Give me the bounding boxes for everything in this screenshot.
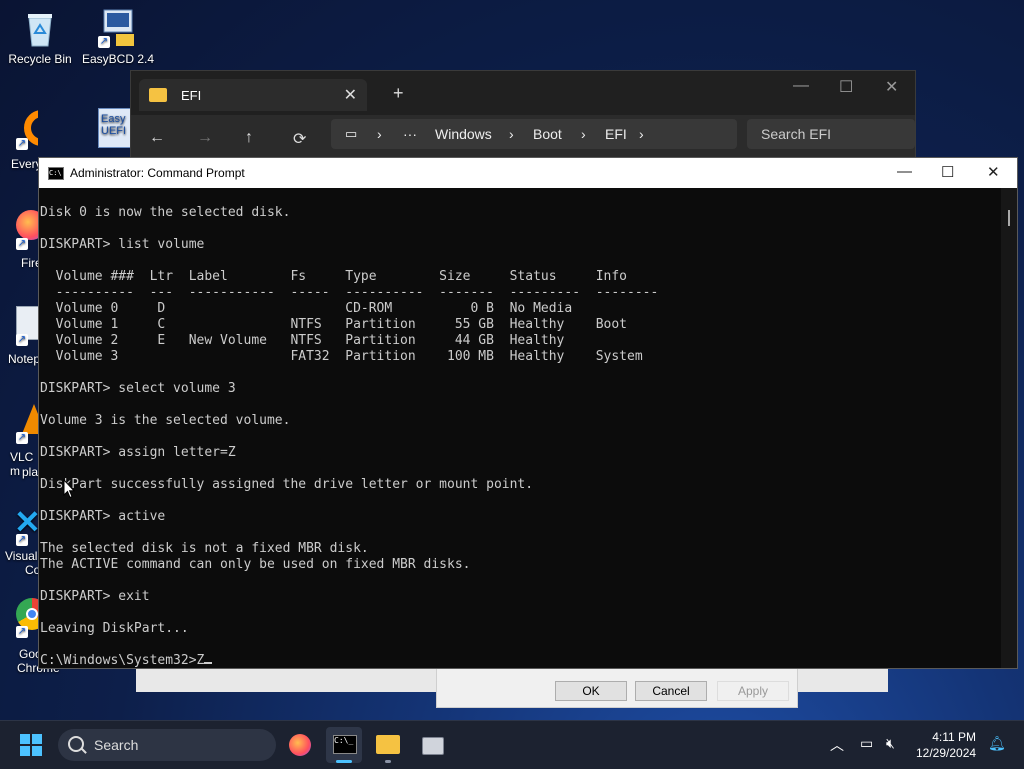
breadcrumb-efi[interactable]: EFI — [605, 126, 627, 142]
desktop-icon-vscode[interactable]: ✕ ↗ Visual Co — [0, 504, 38, 578]
desktop-icon-label: Notep — [8, 352, 38, 366]
close-icon[interactable]: ✕ — [987, 163, 1000, 181]
forward-arrow-icon[interactable]: → — [197, 129, 213, 147]
clock-time: 4:11 PM — [932, 730, 976, 744]
cmd-icon: C:\_ — [333, 735, 357, 754]
command-prompt-window[interactable]: C:\ Administrator: Command Prompt — ☐ ✕ … — [38, 157, 1018, 669]
desktop-icon-label: pla — [22, 465, 38, 479]
properties-dialog: OK Cancel Apply — [136, 666, 888, 708]
breadcrumb-windows[interactable]: Windows — [435, 126, 492, 142]
chevron-up-icon[interactable]: ︿ — [830, 735, 844, 755]
network-icon[interactable]: ▭ — [860, 735, 873, 752]
breadcrumb-more[interactable]: ··· — [403, 126, 417, 142]
vlc-cone-icon — [22, 404, 38, 434]
desktop-icon-label: Recycle Bin — [8, 52, 72, 66]
console-output[interactable]: Disk 0 is now the selected disk. DISKPAR… — [39, 188, 1001, 668]
maximize-icon[interactable]: ☐ — [941, 163, 954, 181]
mouse-pointer-icon — [63, 479, 75, 499]
cmd-title: Administrator: Command Prompt — [70, 166, 245, 180]
explorer-search-box[interactable]: Search EFI — [747, 119, 915, 149]
tab-title: EFI — [181, 88, 202, 103]
cmd-titlebar[interactable]: C:\ Administrator: Command Prompt — ☐ ✕ — [39, 158, 1017, 188]
folder-icon — [149, 88, 167, 102]
close-window-icon[interactable]: ✕ — [885, 77, 898, 97]
minimize-icon[interactable]: — — [793, 77, 809, 95]
shortcut-arrow-icon: ↗ — [16, 138, 28, 150]
minimize-icon[interactable]: — — [897, 163, 912, 180]
shortcut-arrow-icon: ↗ — [16, 534, 28, 546]
breadcrumb-chevron-icon: › — [639, 126, 644, 142]
desktop-icon-recycle-bin[interactable]: Recycle Bin — [0, 8, 80, 66]
close-tab-button[interactable]: ✕ — [344, 85, 357, 105]
easybcd-icon: ↗ — [98, 8, 138, 48]
desktop-icon-label: Co — [25, 563, 38, 577]
firefox-icon — [16, 210, 38, 240]
refresh-icon[interactable]: ⟳ — [293, 129, 306, 149]
disk-tool-icon — [422, 737, 444, 755]
breadcrumb-chevron-icon: › — [377, 126, 382, 142]
maximize-icon[interactable]: ☐ — [839, 77, 853, 97]
up-arrow-icon[interactable]: ↑ — [245, 129, 253, 147]
breadcrumb-boot[interactable]: Boot — [533, 126, 562, 142]
clock-date: 12/29/2024 — [916, 746, 977, 760]
taskbar-firefox[interactable] — [282, 727, 318, 763]
shortcut-arrow-icon: ↗ — [16, 432, 28, 444]
taskbar-clock[interactable]: 4:11 PM 12/29/2024 — [916, 729, 976, 761]
notification-bell-icon[interactable]: 🔔︎ — [988, 735, 1006, 752]
breadcrumb-chevron-icon: › — [581, 126, 586, 142]
dialog-button-bar: OK Cancel Apply — [436, 666, 798, 708]
desktop-icon-firefox[interactable]: ↗ Fire — [0, 208, 38, 272]
breadcrumb-chevron-icon: › — [509, 126, 514, 142]
text-cursor — [204, 662, 213, 664]
shortcut-arrow-icon: ↗ — [16, 238, 28, 250]
windows-start-icon[interactable] — [20, 734, 42, 756]
desktop-icon-label: Visual — [5, 549, 38, 563]
taskbar-command-prompt[interactable]: C:\_ — [326, 727, 362, 763]
ok-button[interactable]: OK — [555, 681, 627, 701]
firefox-icon — [289, 734, 311, 756]
explorer-search-placeholder: Search EFI — [761, 126, 832, 142]
recycle-bin-icon — [20, 8, 60, 48]
desktop-icon-vlc[interactable]: ↗ VLC m pla — [0, 400, 38, 482]
volume-muted-icon[interactable]: 🔇︎ — [886, 735, 895, 752]
apply-button[interactable]: Apply — [717, 681, 789, 701]
desktop-icon-label: Every — [11, 157, 38, 171]
file-explorer-window: EFI ✕ + — ☐ ✕ ← → ↑ ⟳ ▭ › ··· Windows › … — [130, 70, 916, 164]
desktop-icon-easyuefi[interactable]: Easy UEFI — [96, 108, 130, 154]
taskbar-search-label: Search — [94, 737, 139, 753]
shortcut-arrow-icon: ↗ — [16, 334, 28, 346]
desktop-icon-label: EasyBCD 2.4 — [81, 52, 155, 66]
active-indicator — [336, 760, 352, 763]
desktop-icon-easybcd[interactable]: ↗ EasyBCD 2.4 — [78, 8, 158, 66]
new-tab-button[interactable]: + — [393, 83, 404, 104]
search-icon-handle — [81, 748, 87, 754]
explorer-navbar: ← → ↑ ⟳ ▭ › ··· Windows › Boot › EFI › S… — [131, 115, 915, 163]
desktop-icon-everything[interactable]: ↗ Every — [0, 108, 38, 172]
folder-icon — [376, 735, 400, 754]
console-scrollbar[interactable] — [1001, 188, 1017, 668]
shortcut-arrow-icon: ↗ — [98, 36, 110, 48]
taskbar-search[interactable]: Search — [58, 729, 276, 761]
taskbar: Search C:\_ ︿ ▭ 🔇︎ 4:11 PM 12/29/2024 🔔︎ — [0, 720, 1024, 769]
taskbar-disk-tool[interactable] — [414, 727, 450, 763]
console-text: Disk 0 is now the selected disk. DISKPAR… — [40, 205, 659, 668]
desktop-icon-label: Fire — [21, 256, 38, 270]
back-arrow-icon[interactable]: ← — [149, 129, 165, 147]
cmd-icon: C:\ — [48, 167, 64, 180]
this-pc-icon: ▭ — [345, 126, 358, 141]
explorer-tab[interactable]: EFI ✕ — [139, 79, 367, 111]
address-bar[interactable]: ▭ › ··· Windows › Boot › EFI › — [331, 119, 737, 149]
desktop-icon-notepad[interactable]: ↗ Notep — [0, 304, 38, 368]
easyuefi-icon: Easy UEFI — [98, 108, 130, 148]
taskbar-file-explorer[interactable] — [370, 727, 406, 763]
cancel-button[interactable]: Cancel — [635, 681, 707, 701]
scrollbar-thumb[interactable] — [1008, 210, 1010, 226]
active-indicator — [385, 760, 391, 763]
shortcut-arrow-icon: ↗ — [16, 626, 28, 638]
